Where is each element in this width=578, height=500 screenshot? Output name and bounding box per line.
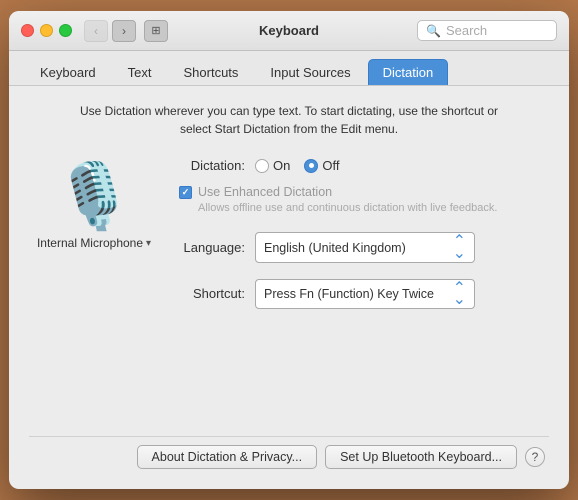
search-placeholder: Search	[446, 23, 487, 38]
titlebar: ‹ › ⊞ Keyboard 🔍 Search	[9, 11, 569, 51]
dictation-toggle-row: Dictation: On Off	[175, 158, 549, 173]
enhanced-label: Use Enhanced Dictation	[198, 185, 497, 199]
main-area: 🎙️ Internal Microphone ▾ Dictation: On	[29, 154, 549, 436]
tab-shortcuts[interactable]: Shortcuts	[169, 59, 254, 85]
tab-keyboard[interactable]: Keyboard	[25, 59, 111, 85]
forward-button[interactable]: ›	[112, 20, 136, 42]
chevron-down-icon: ▾	[146, 238, 151, 249]
dictation-off-option[interactable]: Off	[304, 158, 339, 173]
description-text: Use Dictation wherever you can type text…	[29, 102, 549, 138]
radio-off[interactable]	[304, 159, 318, 173]
radio-on[interactable]	[255, 159, 269, 173]
bottom-buttons: About Dictation & Privacy... Set Up Blue…	[29, 436, 549, 473]
back-button[interactable]: ‹	[84, 20, 108, 42]
help-button[interactable]: ?	[525, 447, 545, 467]
off-label: Off	[322, 158, 339, 173]
dictation-field-label: Dictation:	[175, 158, 245, 173]
shortcut-select[interactable]: Press Fn (Function) Key Twice ⌃⌄	[255, 279, 475, 309]
grid-button[interactable]: ⊞	[144, 20, 168, 42]
dictation-on-option[interactable]: On	[255, 158, 290, 173]
enhanced-dictation-row: Use Enhanced Dictation Allows offline us…	[175, 185, 549, 216]
tabs-bar: Keyboard Text Shortcuts Input Sources Di…	[9, 51, 569, 86]
microphone-label[interactable]: Internal Microphone ▾	[37, 236, 151, 250]
minimize-button[interactable]	[40, 24, 53, 37]
content-area: Use Dictation wherever you can type text…	[9, 86, 569, 489]
enhanced-description: Allows offline use and continuous dictat…	[198, 201, 497, 216]
tab-dictation[interactable]: Dictation	[368, 59, 449, 85]
close-button[interactable]	[21, 24, 34, 37]
microphone-section: 🎙️ Internal Microphone ▾	[29, 154, 159, 436]
window-title: Keyboard	[259, 23, 319, 38]
on-label: On	[273, 158, 290, 173]
enhanced-text-block: Use Enhanced Dictation Allows offline us…	[198, 185, 497, 216]
microphone-icon: 🎙️	[54, 164, 134, 228]
about-dictation-button[interactable]: About Dictation & Privacy...	[137, 445, 318, 469]
shortcut-arrow-icon: ⌃⌄	[453, 283, 466, 305]
language-select[interactable]: English (United Kingdom) ⌃⌄	[255, 232, 475, 262]
tab-input-sources[interactable]: Input Sources	[255, 59, 365, 85]
maximize-button[interactable]	[59, 24, 72, 37]
nav-buttons: ‹ ›	[84, 20, 136, 42]
shortcut-label: Shortcut:	[175, 286, 245, 301]
shortcut-value: Press Fn (Function) Key Twice	[264, 287, 434, 301]
dictation-radio-group: On Off	[255, 158, 339, 173]
select-arrow-icon: ⌃⌄	[453, 236, 466, 258]
tab-text[interactable]: Text	[113, 59, 167, 85]
bluetooth-keyboard-button[interactable]: Set Up Bluetooth Keyboard...	[325, 445, 517, 469]
language-row: Language: English (United Kingdom) ⌃⌄	[175, 232, 549, 262]
traffic-lights	[21, 24, 72, 37]
language-value: English (United Kingdom)	[264, 241, 406, 255]
microphone-name: Internal Microphone	[37, 236, 143, 250]
search-icon: 🔍	[426, 24, 441, 38]
enhanced-checkbox[interactable]	[179, 186, 192, 199]
language-label: Language:	[175, 240, 245, 255]
shortcut-row: Shortcut: Press Fn (Function) Key Twice …	[175, 279, 549, 309]
search-bar[interactable]: 🔍 Search	[417, 20, 557, 41]
controls-section: Dictation: On Off	[175, 154, 549, 436]
keyboard-window: ‹ › ⊞ Keyboard 🔍 Search Keyboard Text Sh…	[9, 11, 569, 489]
